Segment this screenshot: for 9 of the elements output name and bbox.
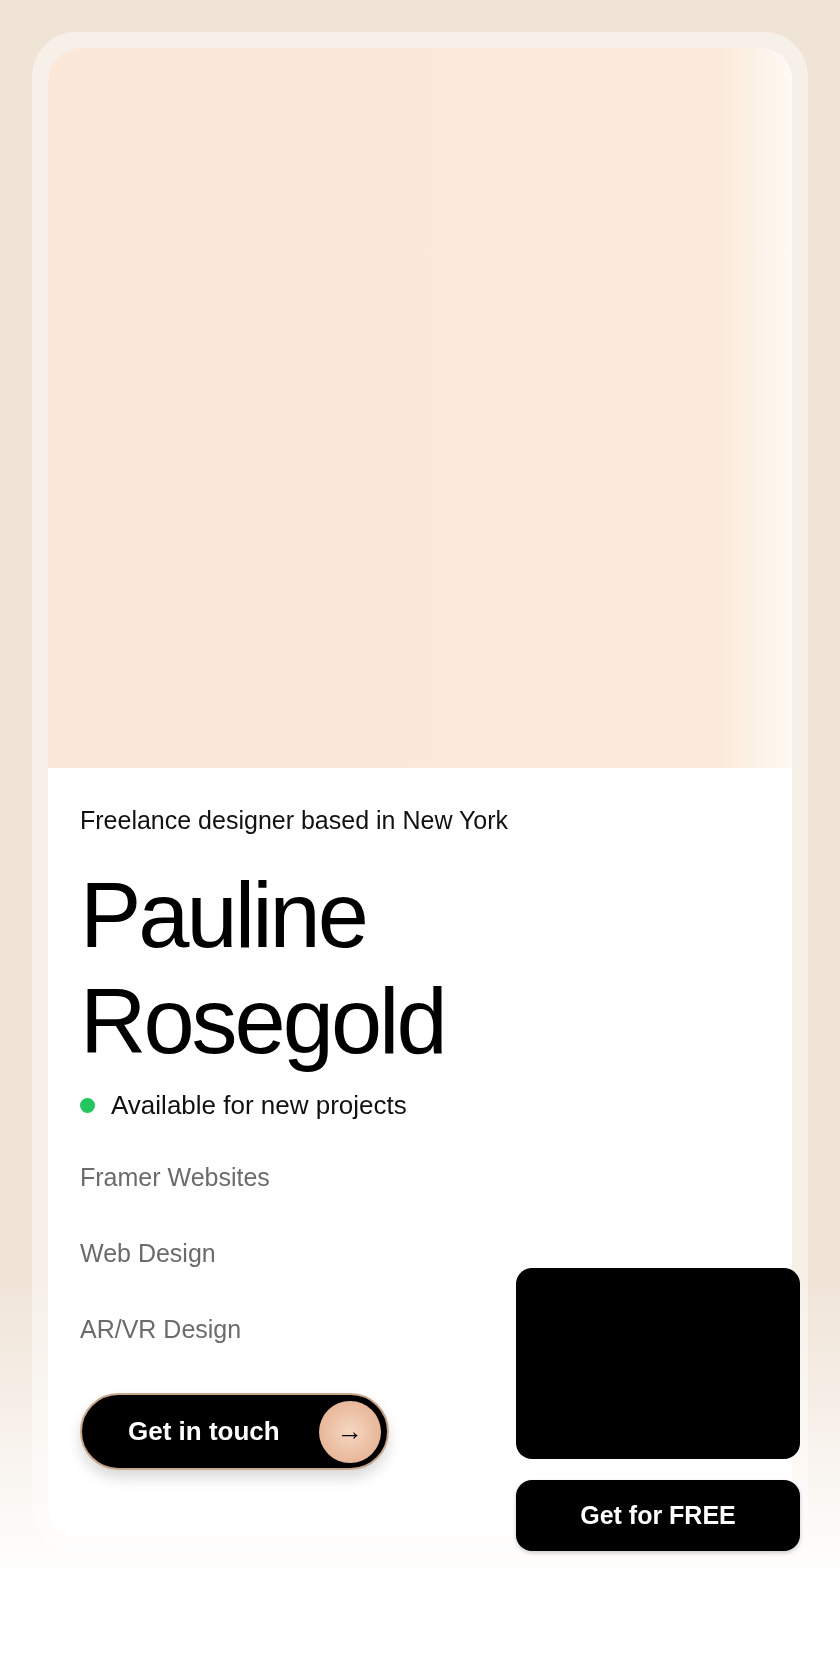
name-heading: Rosegold [80, 969, 445, 1074]
name-heading: Pauline [80, 863, 367, 968]
service-item: Web Design [80, 1238, 217, 1269]
service-item: Framer Websites [80, 1162, 270, 1193]
status-text: Available for new projects [111, 1090, 407, 1121]
get-in-touch-button[interactable]: Get in touch → [80, 1393, 389, 1470]
get-for-free-button[interactable]: Get for FREE [516, 1480, 800, 1551]
service-item: AR/VR Design [80, 1314, 243, 1345]
tagline: Freelance designer based in New York [80, 805, 509, 836]
